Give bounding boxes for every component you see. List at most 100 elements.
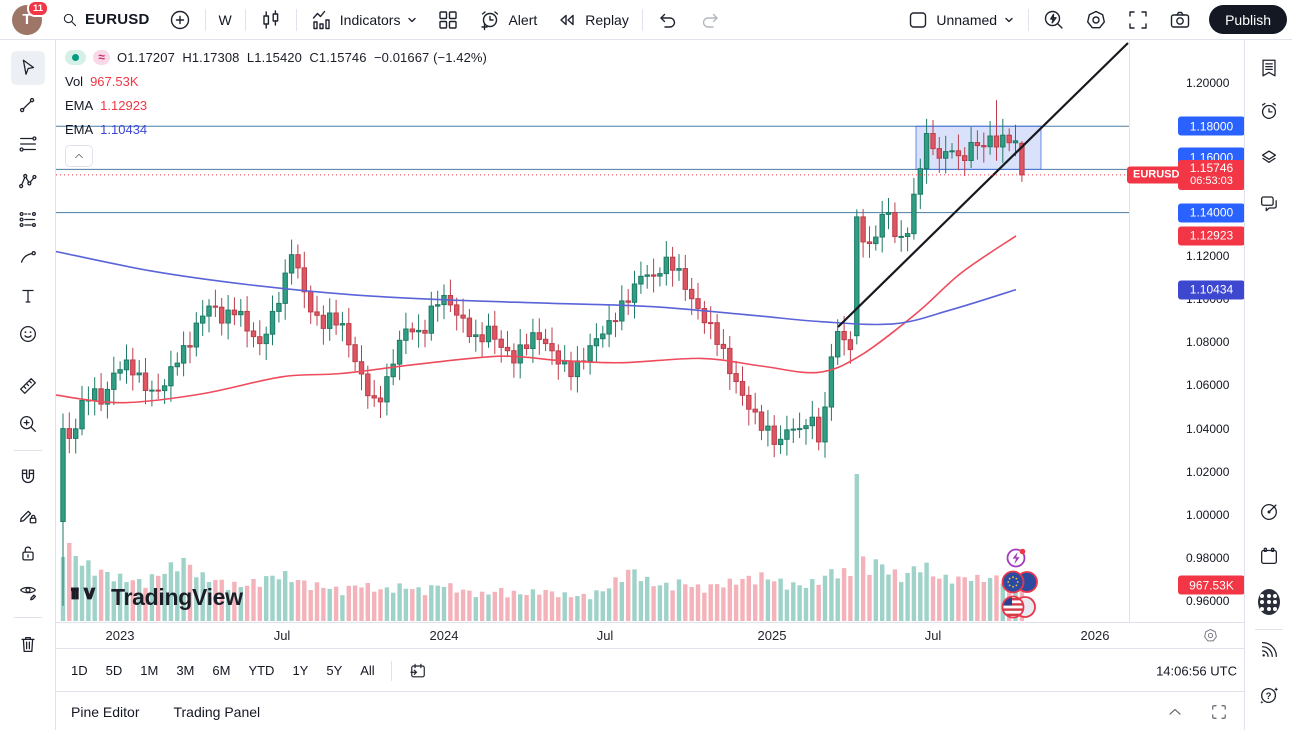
range-6m[interactable]: 6M <box>203 659 239 683</box>
panel-maximize-button[interactable] <box>1205 700 1233 724</box>
tool-text[interactable] <box>11 279 45 313</box>
flash-event-icon[interactable] <box>1008 549 1026 567</box>
legend-main-row[interactable]: ≈ O1.17207 H1.17308 L1.15420 C1.15746 −0… <box>65 49 487 65</box>
time-label-Jul: Jul <box>274 628 291 643</box>
replay-button[interactable]: Replay <box>546 6 638 34</box>
redo-button[interactable] <box>689 6 731 34</box>
panel-expand-button[interactable] <box>1161 700 1189 724</box>
range-3m[interactable]: 3M <box>167 659 203 683</box>
chart-style-button[interactable] <box>250 6 292 34</box>
tool-drawing-mode[interactable] <box>11 498 45 532</box>
chart-pane[interactable]: ≈ O1.17207 H1.17308 L1.15420 C1.15746 −0… <box>56 39 1245 622</box>
chart-legend: ≈ O1.17207 H1.17308 L1.15420 C1.15746 −0… <box>65 49 487 167</box>
screenshot-button[interactable] <box>1159 6 1201 34</box>
sidebar-alerts[interactable] <box>1252 94 1286 128</box>
user-avatar[interactable]: T 11 <box>12 5 42 35</box>
source-toggle-icon[interactable] <box>65 50 86 65</box>
fib-retracement-icon <box>17 132 39 156</box>
tool-zoom-in[interactable] <box>11 407 45 441</box>
eye-icon <box>17 579 39 603</box>
time-axis[interactable]: 2023Jul2024Jul2025Jul2026 <box>56 622 1245 649</box>
camera-icon <box>1168 8 1192 32</box>
sidebar-object-tree[interactable] <box>1252 140 1286 174</box>
publish-button[interactable]: Publish <box>1209 5 1287 34</box>
range-ytd[interactable]: YTD <box>239 659 283 683</box>
legend-ema2-row[interactable]: EMA 1.10434 <box>65 121 147 137</box>
tool-projection[interactable] <box>11 203 45 237</box>
trend-line-drawing[interactable] <box>838 43 1128 327</box>
tool-lock-all-drawings[interactable] <box>11 536 45 570</box>
sidebar-apps[interactable] <box>1252 585 1286 619</box>
sidebar-ideas[interactable] <box>1252 495 1286 529</box>
range-1m[interactable]: 1M <box>131 659 167 683</box>
fullscreen-button[interactable] <box>1117 6 1159 34</box>
ema1-value: 1.12923 <box>100 98 147 113</box>
time-label-2026: 2026 <box>1081 628 1110 643</box>
sidebar-calendar[interactable] <box>1252 539 1286 573</box>
legend-collapse-button[interactable] <box>65 145 93 167</box>
tool-pattern[interactable] <box>11 165 45 199</box>
sidebar-chat[interactable] <box>1252 186 1286 220</box>
eu-event-icon[interactable] <box>1003 572 1038 593</box>
target-icon <box>1258 500 1280 524</box>
tab-pine-editor[interactable]: Pine Editor <box>71 704 139 720</box>
tool-magnet[interactable] <box>11 460 45 494</box>
clock-utc[interactable]: 14:06:56 UTC <box>1156 663 1237 678</box>
settings-button[interactable] <box>1075 6 1117 34</box>
range-5y[interactable]: 5Y <box>317 659 351 683</box>
flash-search-icon <box>1042 8 1066 32</box>
grid-icon <box>436 8 460 32</box>
price-axis[interactable]: 1.200001.120001.100001.080001.060001.040… <box>1129 39 1245 622</box>
layers-icon <box>1258 145 1280 169</box>
symbol-price-tag: EURUSD <box>1127 166 1185 183</box>
grid-layout-button[interactable] <box>427 6 469 34</box>
ideas-wave-icon[interactable]: ≈ <box>93 50 110 65</box>
sidebar-streams[interactable] <box>1252 633 1286 667</box>
sidebar-watchlist[interactable] <box>1252 51 1286 85</box>
emoji-icon <box>17 322 39 346</box>
tool-remove-drawings[interactable] <box>11 627 45 661</box>
indicators-button[interactable]: Indicators <box>301 6 428 34</box>
price-tick-1.06000: 1.06000 <box>1186 378 1229 392</box>
alert-button[interactable]: Alert <box>469 6 546 34</box>
tool-cursor[interactable] <box>11 51 45 85</box>
ema-line-1.10434[interactable] <box>56 252 1016 325</box>
ema-badge-1.10434: 1.10434 <box>1178 280 1245 299</box>
tradingview-watermark[interactable]: TradingView <box>71 584 243 611</box>
undo-button[interactable] <box>647 6 689 34</box>
range-5d[interactable]: 5D <box>97 659 132 683</box>
time-label-Jul: Jul <box>925 628 942 643</box>
chat-icon <box>1258 191 1280 215</box>
legend-volume-row[interactable]: Vol 967.53K <box>65 73 139 89</box>
quick-search-button[interactable] <box>1033 6 1075 34</box>
tool-emoji[interactable] <box>11 317 45 351</box>
us-event-icon[interactable] <box>1002 597 1035 618</box>
time-label-2025: 2025 <box>758 628 787 643</box>
price-tick-1.00000: 1.00000 <box>1186 508 1229 522</box>
range-all[interactable]: All <box>351 659 383 683</box>
legend-ema1-row[interactable]: EMA 1.12923 <box>65 97 147 113</box>
help-sparkle-icon: ? <box>1258 683 1280 707</box>
tool-fib-retracement[interactable] <box>11 127 45 161</box>
tradingview-logo-icon <box>71 585 104 610</box>
chevron-up-icon <box>1165 702 1185 722</box>
volume-badge: 967.53K <box>1178 576 1245 595</box>
ema2-label: EMA <box>65 122 93 137</box>
search-icon <box>61 11 79 29</box>
goto-date-button[interactable] <box>399 659 437 683</box>
tool-measure[interactable] <box>11 369 45 403</box>
sidebar-help[interactable]: ? <box>1252 678 1286 712</box>
range-1y[interactable]: 1Y <box>283 659 317 683</box>
magnet-icon <box>17 465 39 489</box>
layout-select-button[interactable]: Unnamed <box>897 6 1024 34</box>
tool-brush[interactable] <box>11 241 45 275</box>
range-1d[interactable]: 1D <box>62 659 97 683</box>
compare-add-button[interactable] <box>159 6 201 34</box>
lock-icon <box>17 541 39 565</box>
tab-trading-panel[interactable]: Trading Panel <box>173 704 260 720</box>
interval-button[interactable]: W <box>210 6 241 34</box>
symbol-search-button[interactable]: EURUSD <box>52 6 159 34</box>
tool-hide-all-drawings[interactable] <box>11 574 45 608</box>
axis-settings-gear-icon[interactable] <box>1202 627 1219 644</box>
tool-trend-line[interactable] <box>11 89 45 123</box>
